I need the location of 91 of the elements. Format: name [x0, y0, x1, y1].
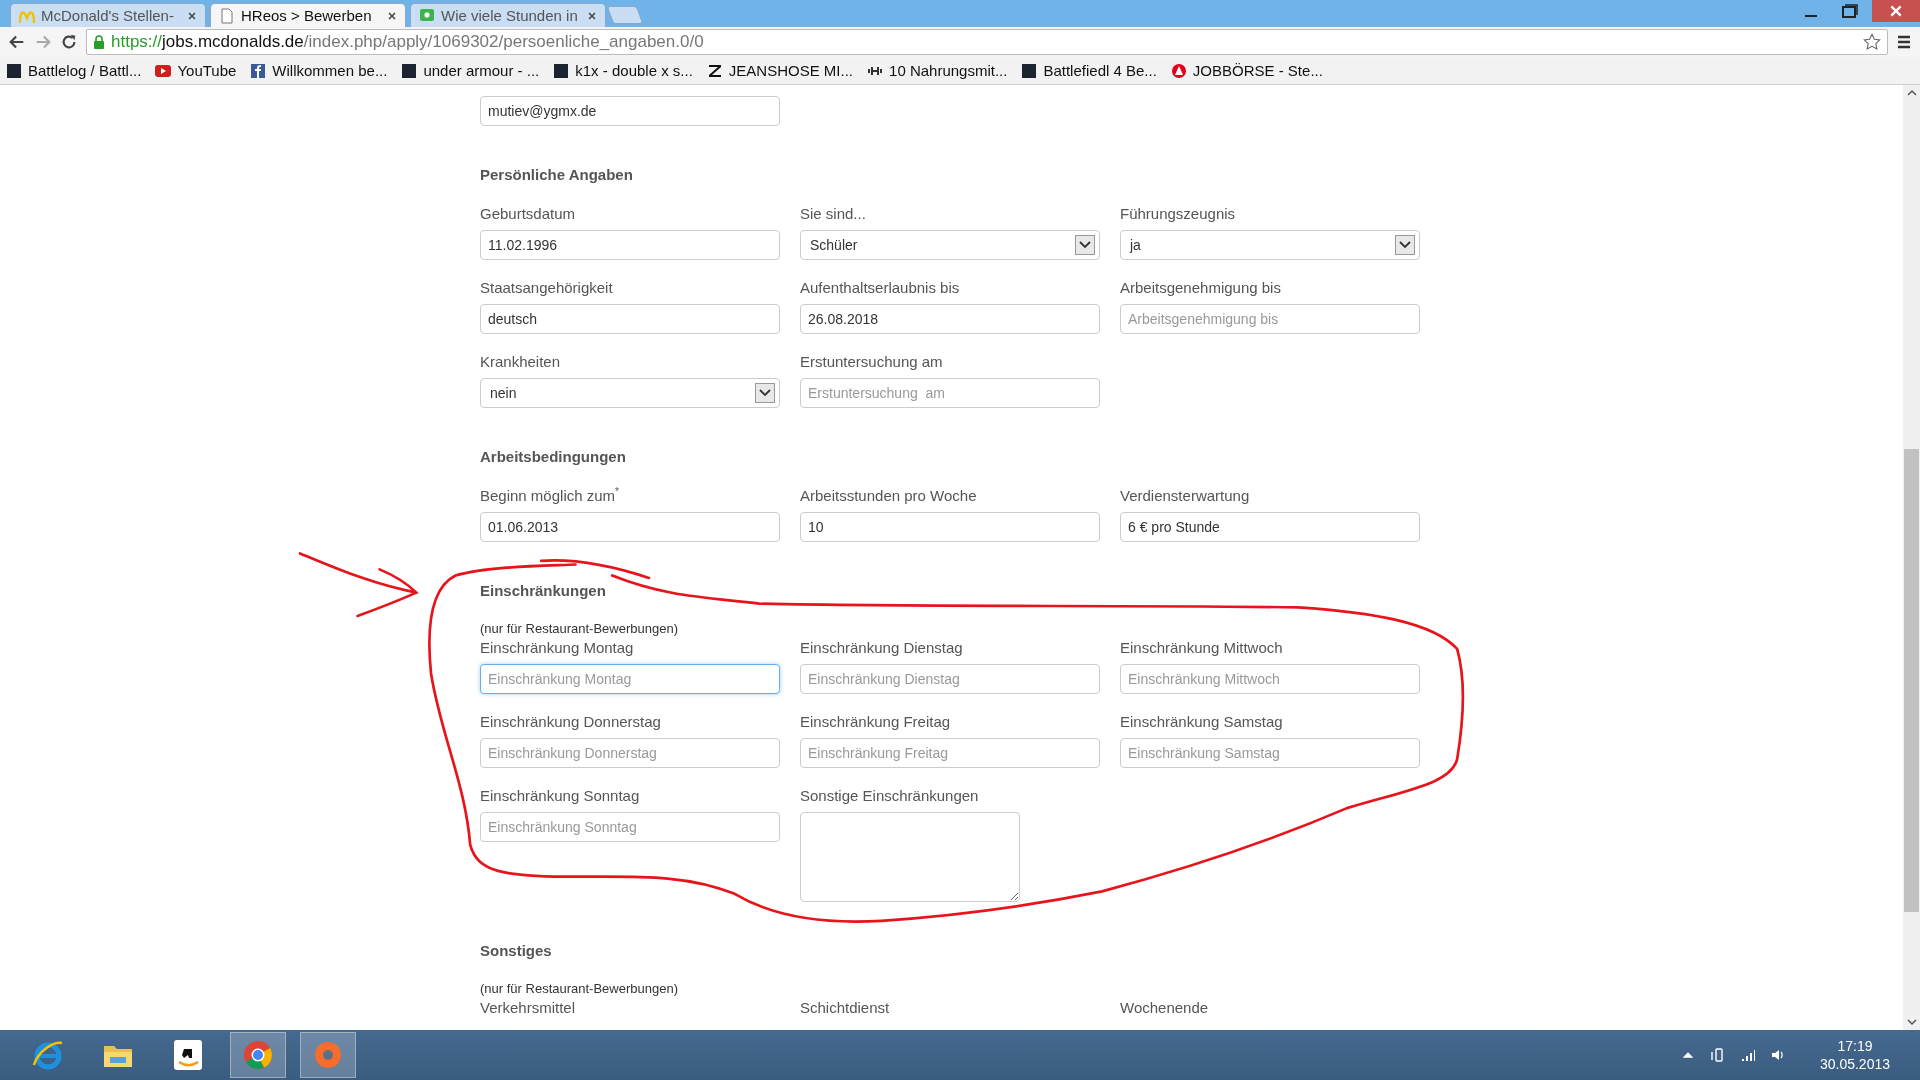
input-field[interactable]: 11.02.1996 — [480, 230, 780, 260]
section-title: Sonstiges — [480, 941, 553, 961]
signal-icon[interactable] — [1739, 1047, 1756, 1063]
square-logo-icon — [1021, 62, 1038, 79]
input-field[interactable]: 6 € pro Stunde — [1120, 512, 1420, 542]
input-field[interactable]: Einschränkung Montag — [480, 664, 780, 694]
circle-logo-icon — [1170, 62, 1187, 79]
input-field[interactable]: 26.08.2018 — [800, 304, 1100, 334]
section-title: Arbeitsbedingungen — [480, 447, 627, 467]
clock-time: 17:19 — [1837, 1037, 1873, 1055]
bookmark-link[interactable]: Willkommen be... — [250, 62, 388, 79]
input-field[interactable]: Arbeitsgenehmigung bis — [1120, 304, 1420, 334]
field-label: Erstuntersuchung am — [800, 353, 944, 371]
field-label: Sonstige Einschränkungen — [800, 787, 980, 805]
input-field[interactable]: deutsch — [480, 304, 780, 334]
field-label: Führungszeugnis — [1120, 205, 1237, 223]
bookmark-link[interactable]: Battlefiedl 4 Be... — [1021, 62, 1157, 79]
social-logo-icon — [250, 62, 267, 79]
input-field[interactable]: 01.06.2013 — [480, 512, 780, 542]
bookmark-link[interactable]: 10 Nahrungsmit... — [867, 62, 1008, 79]
address-bar[interactable]: https://jobs.mcdonalds.de/index.php/apply/1069302/persoenliche_angaben.0/0 — [86, 29, 1888, 55]
field-label: Einschränkung Freitag — [800, 713, 952, 731]
chevron-down-icon — [1395, 235, 1415, 255]
letter-logo-icon — [706, 62, 723, 79]
field-label: Schichtdienst — [800, 999, 891, 1017]
email-field[interactable]: mutiev@ygmx.de — [480, 96, 780, 126]
close-icon[interactable] — [587, 10, 597, 21]
bookmark-link[interactable]: k1x - double x s... — [553, 62, 693, 79]
input-field[interactable]: Einschränkung Freitag — [800, 738, 1100, 768]
square-logo-icon — [6, 62, 22, 79]
input-field[interactable]: Einschränkung Donnerstag — [480, 738, 780, 768]
field-label: Geburtsdatum — [480, 205, 577, 223]
bookmark-link[interactable]: JOBBÖRSE - Ste... — [1170, 62, 1323, 79]
speaker-icon[interactable] — [1769, 1047, 1786, 1063]
field-label: Einschränkung Sonntag — [480, 787, 641, 805]
lock-icon — [93, 35, 105, 49]
section-note: (nur für Restaurant-Bewerbungen) — [480, 981, 679, 997]
bookmark-link[interactable]: JEANSHOSE MI... — [706, 62, 854, 79]
page-icon — [219, 7, 235, 24]
input-field[interactable]: Einschränkung Dienstag — [800, 664, 1100, 694]
play-icon — [155, 62, 172, 79]
star-icon[interactable] — [1863, 33, 1881, 51]
clock-date: 30.05.2013 — [1819, 1055, 1890, 1073]
input-field[interactable]: Einschränkung Sonntag — [480, 812, 780, 842]
bookmark-link[interactable]: Battlelog / Battl... — [6, 62, 142, 79]
section-title: Persönliche Angaben — [480, 165, 634, 185]
close-icon[interactable] — [387, 10, 397, 21]
field-label: Verkehrsmittel — [480, 999, 577, 1017]
reload-icon[interactable] — [60, 33, 78, 51]
dropdown[interactable]: nein — [480, 378, 780, 408]
close-icon[interactable] — [187, 10, 197, 21]
field-label: Einschränkung Montag — [480, 639, 635, 657]
close-button[interactable] — [1872, 0, 1920, 22]
browser-tab[interactable]: McDonald's Stellen- — [10, 3, 206, 27]
input-field[interactable]: Erstuntersuchung am — [800, 378, 1100, 408]
square-logo-icon — [401, 62, 418, 79]
field-label: Einschränkung Dienstag — [800, 639, 964, 657]
field-label: Einschränkung Samstag — [1120, 713, 1284, 731]
field-label: Beginn möglich zum$^{*}$ — [480, 487, 620, 505]
field-label: Sie sind... — [800, 205, 867, 223]
browser-tab[interactable]: HReos > Bewerben — [210, 3, 406, 27]
section-note: (nur für Restaurant-Bewerbungen) — [480, 621, 679, 637]
section-title: Einschränkungen — [480, 581, 607, 601]
input-field[interactable]: Einschränkung Mittwoch — [1120, 664, 1420, 694]
scrollbar-thumb[interactable] — [1904, 449, 1919, 912]
field-label: Verdiensterwartung — [1120, 487, 1251, 505]
browser-tab[interactable]: Wie viele Stunden in — [410, 3, 606, 27]
url-text: https://jobs.mcdonalds.de/index.php/apply/1069302/persoenliche_angaben.0/0 — [111, 32, 704, 52]
forum-icon — [419, 7, 435, 24]
field-label: Wochenende — [1120, 999, 1210, 1017]
field-label: Krankheiten — [480, 353, 562, 371]
field-label: Arbeitsgenehmigung bis — [1120, 279, 1282, 297]
bookmark-link[interactable]: under armour - ... — [401, 62, 540, 79]
field-label: Staatsangehörigkeit — [480, 279, 614, 297]
close-icon — [1889, 4, 1903, 18]
bookmark-link[interactable]: YouTube — [155, 62, 237, 79]
input-field[interactable]: 10 — [800, 512, 1100, 542]
back-icon[interactable] — [8, 33, 26, 51]
input-field[interactable]: Einschränkung Samstag — [1120, 738, 1420, 768]
clock[interactable]: 17:19 30.05.2013 — [1819, 1037, 1890, 1073]
dropdown[interactable]: ja — [1120, 230, 1420, 260]
menu-icon[interactable] — [1896, 34, 1912, 50]
field-label: Arbeitsstunden pro Woche — [800, 487, 978, 505]
dropdown[interactable]: Schüler — [800, 230, 1100, 260]
chevron-down-icon — [1075, 235, 1095, 255]
field-label: Einschränkung Donnerstag — [480, 713, 662, 731]
chevron-down-icon — [755, 383, 775, 403]
device-icon[interactable] — [1709, 1047, 1726, 1063]
square-logo-icon — [553, 62, 570, 79]
field-label: Aufenthaltserlaubnis bis — [800, 279, 961, 297]
field-label: Einschränkung Mittwoch — [1120, 639, 1284, 657]
